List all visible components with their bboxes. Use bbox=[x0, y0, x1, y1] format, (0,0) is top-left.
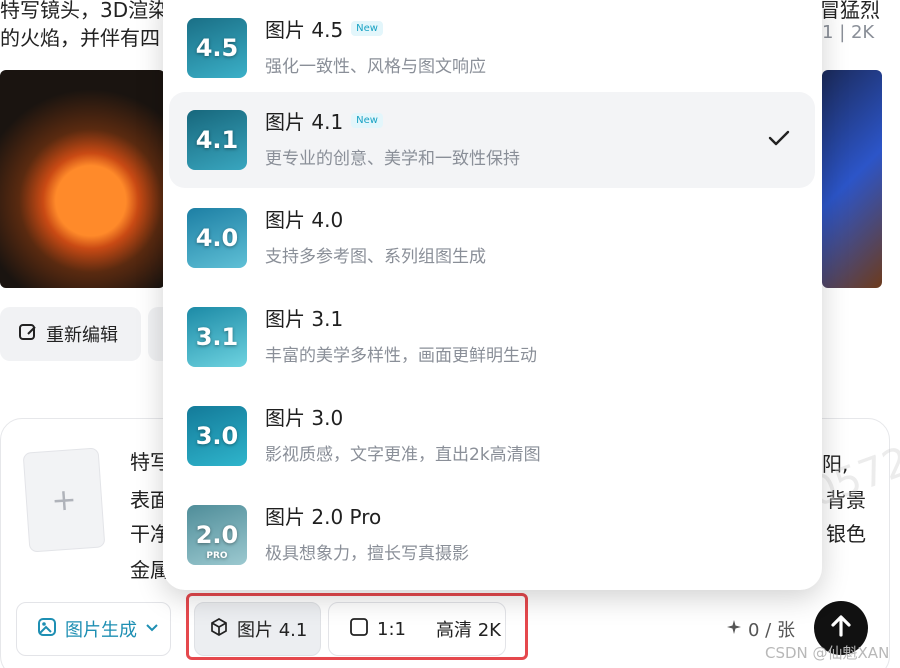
model-name: 图片 4.1 bbox=[265, 110, 344, 134]
model-thumbnail-label: 2.0 bbox=[195, 521, 239, 549]
model-thumbnail: 4.5 bbox=[187, 18, 247, 78]
model-description: 丰富的美学多样性，画面更鲜明生动 bbox=[265, 346, 537, 366]
generated-image-1[interactable] bbox=[0, 70, 165, 288]
chat-text-right-1: 冒猛烈 bbox=[820, 0, 880, 22]
model-name: 图片 4.0 bbox=[265, 208, 344, 232]
model-option-title: 图片 3.1 bbox=[265, 303, 343, 332]
model-thumbnail: 2.0 PRO bbox=[187, 505, 247, 565]
prompt-text-right-3[interactable]: 银色 bbox=[826, 518, 866, 547]
chevron-down-icon bbox=[145, 619, 159, 640]
model-option-1[interactable]: 4.1 图片 4.1 New 更专业的创意、美学和一致性保持 bbox=[169, 92, 815, 188]
model-thumbnail: 4.0 bbox=[187, 208, 247, 268]
quota-label: 0 / 张 bbox=[748, 620, 795, 641]
model-option-3[interactable]: 3.1 图片 3.1 丰富的美学多样性，画面更鲜明生动 bbox=[169, 289, 815, 385]
chat-text-line-2: 的火焰，并伴有四 bbox=[0, 26, 160, 50]
image-gen-icon bbox=[37, 617, 57, 642]
model-description: 更专业的创意、美学和一致性保持 bbox=[265, 149, 520, 169]
new-badge: New bbox=[351, 21, 383, 36]
cube-icon bbox=[209, 617, 229, 642]
model-option-0[interactable]: 4.5 图片 4.5 New 强化一致性、风格与图文响应 bbox=[169, 0, 815, 96]
model-name: 图片 2.0 Pro bbox=[265, 505, 382, 529]
model-thumbnail-label: 4.5 bbox=[195, 34, 239, 62]
model-label: 图片 4.1 bbox=[237, 620, 308, 641]
model-thumbnail: 3.0 bbox=[187, 406, 247, 466]
chat-meta-right: 1 | 2K bbox=[822, 22, 875, 43]
sparkle-icon bbox=[726, 619, 742, 640]
model-option-title: 图片 3.0 bbox=[265, 402, 343, 431]
model-option-2[interactable]: 4.0 图片 4.0 支持多参考图、系列组图生成 bbox=[169, 190, 815, 286]
model-option-title: 图片 4.1 New bbox=[265, 106, 383, 135]
mode-select-button[interactable]: 图片生成 bbox=[16, 602, 171, 656]
ratio-quality-button[interactable]: 1:1 高清 2K bbox=[328, 602, 506, 656]
model-option-4[interactable]: 3.0 图片 3.0 影视质感，文字更准，直出2k高清图 bbox=[169, 388, 815, 484]
square-ratio-icon bbox=[349, 617, 369, 642]
model-name: 图片 4.5 bbox=[265, 18, 344, 42]
chat-text-line-1: 特写镜头，3D渲染 bbox=[0, 0, 169, 22]
model-option-5[interactable]: 2.0 PRO 图片 2.0 Pro 极具想象力，擅长写真摄影 bbox=[169, 487, 815, 583]
quota-display: 0 / 张 bbox=[726, 616, 795, 642]
model-option-title: 图片 2.0 Pro bbox=[265, 501, 381, 530]
model-thumbnail: 4.1 bbox=[187, 110, 247, 170]
quality-meta: 2K bbox=[850, 22, 875, 43]
model-description: 极具想象力，擅长写真摄影 bbox=[265, 544, 469, 564]
model-option-title: 图片 4.0 bbox=[265, 204, 343, 233]
model-dropdown-menu: 4.5 图片 4.5 New 强化一致性、风格与图文响应 4.1 图片 4.1 New 更专业… bbox=[163, 0, 822, 590]
model-description: 影视质感，文字更准，直出2k高清图 bbox=[265, 445, 541, 465]
new-badge: New bbox=[351, 113, 383, 128]
quality-label: 高清 2K bbox=[435, 620, 501, 641]
generated-image-2[interactable] bbox=[822, 70, 882, 288]
plus-icon: + bbox=[50, 481, 78, 519]
model-name: 图片 3.0 bbox=[265, 406, 344, 430]
model-description: 强化一致性、风格与图文响应 bbox=[265, 57, 486, 77]
checkmark-icon bbox=[767, 126, 791, 154]
re-edit-button[interactable]: 重新编辑 bbox=[0, 307, 141, 361]
model-thumbnail-label: 3.1 bbox=[195, 323, 239, 351]
upload-reference-button[interactable]: + bbox=[22, 447, 106, 553]
mode-label: 图片生成 bbox=[65, 620, 137, 641]
edit-icon bbox=[18, 322, 38, 347]
watermark-text: CSDN @仙魁XAN bbox=[765, 644, 890, 662]
model-thumbnail: 3.1 bbox=[187, 307, 247, 367]
model-thumbnail-label: 4.0 bbox=[195, 224, 239, 252]
model-thumbnail-label: 4.1 bbox=[195, 126, 239, 154]
ratio-meta: 1 bbox=[822, 22, 834, 43]
ratio-label: 1:1 bbox=[377, 618, 406, 640]
model-description: 支持多参考图、系列组图生成 bbox=[265, 247, 486, 267]
arrow-up-icon bbox=[828, 613, 854, 643]
re-edit-label: 重新编辑 bbox=[46, 325, 118, 346]
model-select-button[interactable]: 图片 4.1 bbox=[194, 602, 321, 656]
model-thumbnail-label: 3.0 bbox=[195, 422, 239, 450]
model-name: 图片 3.1 bbox=[265, 307, 344, 331]
pro-tag: PRO bbox=[206, 551, 228, 561]
model-option-title: 图片 4.5 New bbox=[265, 14, 383, 43]
